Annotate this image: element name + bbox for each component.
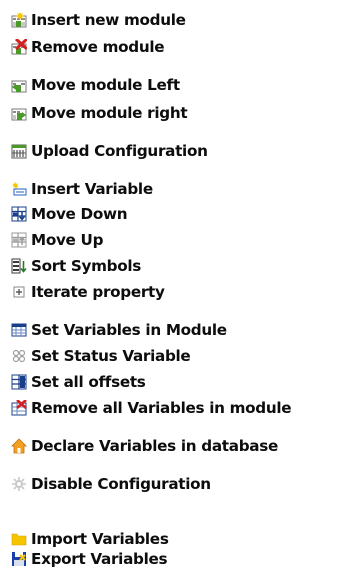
menu-item-label: Set Variables in Module (31, 321, 227, 339)
menu-item-set-all-offsets[interactable]: Set all offsets (0, 370, 146, 394)
menu-item-label: Upload Configuration (31, 142, 208, 160)
menu-item-iterate-property[interactable]: Iterate property (0, 280, 165, 304)
menu-item-insert-variable[interactable]: Insert Variable (0, 177, 153, 201)
menu-item-insert-new-module[interactable]: Insert new module (0, 8, 186, 32)
menu-item-label: Declare Variables in database (31, 437, 278, 455)
menu-item-label: Insert new module (31, 11, 186, 29)
menu-item-disable-configuration[interactable]: Disable Configuration (0, 472, 211, 496)
menu-item-declare-variables-in-database[interactable]: Declare Variables in database (0, 434, 278, 458)
set-offsets-icon (11, 374, 27, 390)
menu-item-label: Export Variables (31, 550, 168, 568)
export-disk-icon (12, 552, 26, 566)
menu-item-remove-module[interactable]: Remove module (0, 35, 165, 59)
insert-variable-icon (12, 182, 27, 196)
menu-item-label: Set Status Variable (31, 347, 191, 365)
menu-item-label: Move module Left (31, 76, 180, 94)
remove-module-icon (11, 39, 27, 55)
remove-variables-icon (11, 400, 27, 416)
database-icon (11, 438, 27, 454)
menu-item-label: Set all offsets (31, 373, 146, 391)
context-menu: Insert new module Remove module Move mod… (0, 0, 352, 578)
disable-configuration-icon (12, 477, 26, 491)
set-variables-icon (11, 323, 27, 337)
move-module-left-icon (11, 80, 27, 93)
menu-item-move-up[interactable]: Move Up (0, 228, 103, 252)
menu-item-label: Move Up (31, 231, 104, 249)
menu-item-upload-configuration[interactable]: Upload Configuration (0, 139, 208, 163)
menu-item-set-variables-in-module[interactable]: Set Variables in Module (0, 318, 227, 342)
menu-item-label: Sort Symbols (31, 257, 142, 275)
import-folder-icon (11, 533, 27, 546)
menu-item-move-down[interactable]: Move Down (0, 202, 128, 226)
menu-item-set-status-variable[interactable]: Set Status Variable (0, 344, 191, 368)
menu-item-label: Import Variables (31, 530, 169, 548)
set-status-variable-icon (12, 349, 26, 363)
move-module-right-icon (11, 108, 27, 121)
iterate-property-icon (13, 286, 25, 298)
menu-item-remove-all-variables[interactable]: Remove all Variables in module (0, 396, 292, 420)
sort-symbols-icon (11, 258, 27, 274)
menu-item-export-variables[interactable]: Export Variables (0, 547, 168, 571)
menu-item-label: Disable Configuration (31, 475, 211, 493)
menu-item-label: Remove module (31, 38, 165, 56)
menu-item-move-module-left[interactable]: Move module Left (0, 73, 180, 97)
menu-item-label: Iterate property (31, 283, 165, 301)
menu-item-label: Move Down (31, 205, 128, 223)
insert-module-icon (11, 12, 27, 28)
menu-item-label: Insert Variable (31, 180, 153, 198)
menu-item-label: Remove all Variables in module (31, 399, 292, 417)
menu-item-move-module-right[interactable]: Move module right (0, 101, 188, 125)
move-up-icon (11, 232, 27, 248)
menu-item-sort-symbols[interactable]: Sort Symbols (0, 254, 141, 278)
move-down-icon (11, 206, 27, 222)
menu-item-label: Move module right (31, 104, 188, 122)
upload-configuration-icon (11, 144, 27, 159)
